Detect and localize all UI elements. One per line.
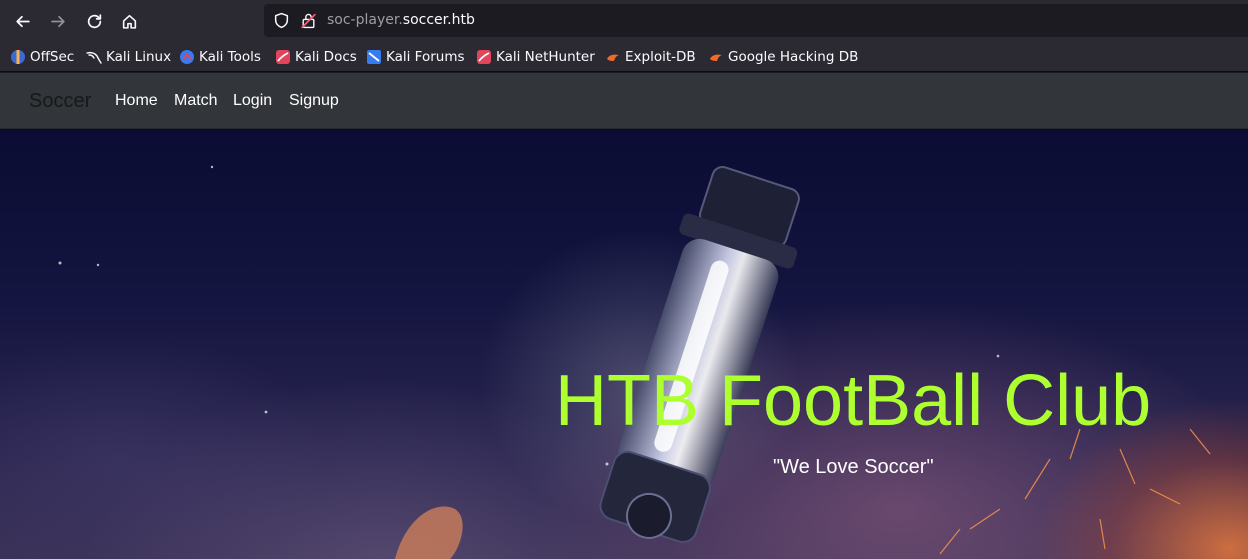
bookmarks-toolbar: OffSec Kali Linux Kali Tools Kali Docs K…: [0, 41, 1248, 72]
site-brand[interactable]: Soccer: [29, 90, 91, 113]
kali-forums-icon: [367, 50, 381, 64]
bookmark-label: Exploit-DB: [625, 49, 696, 65]
hero-subtitle: "We Love Soccer": [773, 456, 934, 478]
kali-nethunter-icon: [477, 50, 491, 64]
back-button[interactable]: [7, 6, 37, 36]
bookmark-exploit-db[interactable]: Exploit-DB: [605, 47, 696, 67]
bookmark-kali-forums[interactable]: Kali Forums: [366, 47, 465, 67]
bookmark-label: Kali Linux: [106, 49, 172, 65]
home-icon: [122, 14, 136, 29]
bookmark-label: Kali Tools: [199, 49, 261, 65]
address-bar[interactable]: soc-player.soccer.htb: [264, 4, 1248, 37]
exploit-db-icon: [607, 54, 619, 61]
reload-icon: [87, 13, 101, 28]
ghdb-icon: [710, 54, 722, 61]
bookmark-label: Google Hacking DB: [728, 49, 859, 65]
bookmark-label: Kali Forums: [386, 49, 465, 65]
bookmark-label: OffSec: [30, 49, 75, 65]
kali-tools-icon: [180, 50, 194, 64]
bookmark-offsec[interactable]: OffSec: [10, 47, 74, 67]
offsec-icon: [11, 50, 25, 64]
hero-banner: HTB FootBall Club "We Love Soccer": [0, 129, 1248, 559]
hero-title: HTB FootBall Club: [555, 361, 1152, 441]
bookmark-label: Kali NetHunter: [496, 49, 595, 65]
bookmark-kali-linux[interactable]: Kali Linux: [86, 47, 171, 67]
url-subdomain: soc-player.: [327, 12, 403, 28]
browser-toolbar: soc-player.soccer.htb: [0, 0, 1248, 41]
reload-button[interactable]: [79, 6, 109, 36]
tracking-shield-icon[interactable]: [273, 12, 290, 29]
url-text[interactable]: soc-player.soccer.htb: [327, 12, 475, 28]
forward-button[interactable]: [43, 6, 73, 36]
forward-arrow-icon: [50, 15, 65, 27]
nav-match[interactable]: Match: [174, 92, 218, 110]
kali-docs-icon: [276, 50, 290, 64]
nav-home[interactable]: Home: [115, 92, 158, 110]
bookmark-kali-tools[interactable]: Kali Tools: [179, 47, 261, 67]
kali-dragon-icon: [86, 51, 102, 64]
bookmark-kali-docs[interactable]: Kali Docs: [275, 47, 357, 67]
hero-background-image: [58, 165, 1211, 559]
home-button[interactable]: [114, 6, 144, 36]
nav-login[interactable]: Login: [233, 92, 272, 110]
insecure-lock-icon[interactable]: [300, 12, 317, 29]
site-navbar: Soccer Home Match Login Signup: [0, 73, 1248, 129]
nav-signup[interactable]: Signup: [289, 92, 339, 110]
url-domain: soccer.htb: [402, 12, 475, 28]
bookmark-kali-nethunter[interactable]: Kali NetHunter: [476, 47, 595, 67]
bookmark-label: Kali Docs: [295, 49, 357, 65]
bookmark-google-hacking-db[interactable]: Google Hacking DB: [708, 47, 858, 67]
back-arrow-icon: [15, 15, 30, 27]
